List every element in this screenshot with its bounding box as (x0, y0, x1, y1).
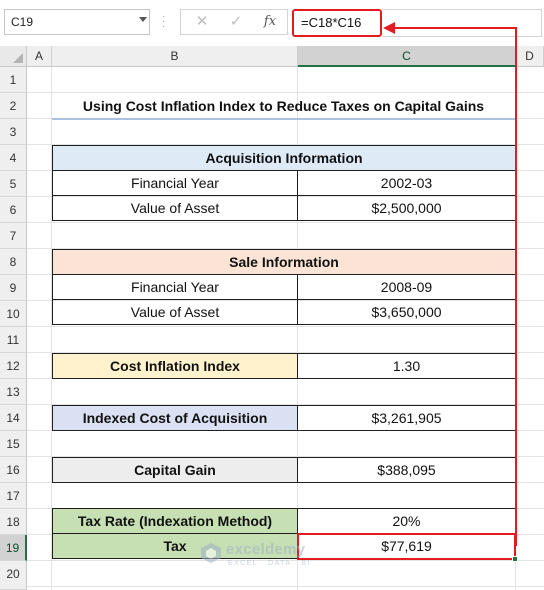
row-header-13[interactable]: 13 (0, 379, 27, 405)
row-header-5[interactable]: 5 (0, 171, 27, 197)
row-header-7[interactable]: 7 (0, 223, 27, 249)
row-header-18[interactable]: 18 (0, 509, 27, 535)
row-header-19[interactable]: 19 (0, 535, 27, 561)
row-header-17[interactable]: 17 (0, 483, 27, 509)
insert-function-icon[interactable]: fx (255, 10, 285, 34)
select-all-icon (13, 53, 23, 63)
sale-year-value[interactable]: 2008-09 (297, 274, 516, 300)
row-header-20[interactable]: 20 (0, 561, 27, 590)
exceldemy-watermark: exceldemy EXCEL · DATA · BI (200, 540, 340, 574)
formula-buttons: ✕ ✓ fx (180, 9, 288, 35)
row-header-15[interactable]: 15 (0, 431, 27, 457)
cancel-icon[interactable]: ✕ (187, 10, 217, 34)
acquisition-header[interactable]: Acquisition Information (52, 145, 516, 171)
name-box-dropdown-icon[interactable] (139, 17, 147, 22)
column-header-a[interactable]: A (27, 46, 52, 67)
formula-bar: C19 · · · ✕ ✓ fx =C18*C16 (0, 0, 544, 46)
sale-value-label[interactable]: Value of Asset (52, 299, 298, 325)
sale-header[interactable]: Sale Information (52, 249, 516, 275)
acquisition-value-label[interactable]: Value of Asset (52, 195, 298, 221)
formula-input-area[interactable] (382, 9, 542, 37)
row-header-11[interactable]: 11 (0, 327, 27, 353)
acquisition-year-label[interactable]: Financial Year (52, 170, 298, 196)
row-header-12[interactable]: 12 (0, 353, 27, 379)
column-header-b[interactable]: B (52, 46, 298, 67)
watermark-tagline: EXCEL · DATA · BI (228, 560, 311, 567)
sale-year-label[interactable]: Financial Year (52, 274, 298, 300)
row-header-8[interactable]: 8 (0, 249, 27, 275)
row-header-1[interactable]: 1 (0, 67, 27, 93)
cii-label[interactable]: Cost Inflation Index (52, 353, 298, 379)
row-header-10[interactable]: 10 (0, 301, 27, 327)
watermark-name: exceldemy (226, 541, 306, 558)
enter-icon[interactable]: ✓ (221, 10, 251, 34)
sale-value-value[interactable]: $3,650,000 (297, 299, 516, 325)
capital-gain-value[interactable]: $388,095 (297, 457, 516, 483)
row-header-16[interactable]: 16 (0, 457, 27, 483)
row-header-14[interactable]: 14 (0, 405, 27, 431)
fill-handle[interactable] (512, 556, 518, 562)
column-header-c[interactable]: C (298, 46, 516, 67)
tax-rate-value[interactable]: 20% (297, 508, 516, 534)
row-header-3[interactable]: 3 (0, 119, 27, 145)
acquisition-value-value[interactable]: $2,500,000 (297, 195, 516, 221)
formula-input[interactable]: =C18*C16 (292, 9, 382, 37)
title-underline (52, 118, 515, 120)
column-header-d[interactable]: D (516, 46, 544, 67)
indexed-cost-label[interactable]: Indexed Cost of Acquisition (52, 405, 298, 431)
indexed-cost-value[interactable]: $3,261,905 (297, 405, 516, 431)
formula-bar-splitter-icon[interactable]: · · · (162, 12, 165, 32)
row-header-4[interactable]: 4 (0, 145, 27, 171)
row-header-9[interactable]: 9 (0, 275, 27, 301)
row-header-2[interactable]: 2 (0, 93, 27, 119)
acquisition-year-value[interactable]: 2002-03 (297, 170, 516, 196)
capital-gain-label[interactable]: Capital Gain (52, 457, 298, 483)
cii-value[interactable]: 1.30 (297, 353, 516, 379)
select-all-button[interactable] (0, 46, 27, 67)
row-header-6[interactable]: 6 (0, 197, 27, 223)
sheet-title[interactable]: Using Cost Inflation Index to Reduce Tax… (52, 93, 515, 119)
exceldemy-logo-icon (201, 543, 221, 563)
tax-rate-label[interactable]: Tax Rate (Indexation Method) (52, 508, 298, 534)
name-box[interactable]: C19 (4, 9, 150, 35)
